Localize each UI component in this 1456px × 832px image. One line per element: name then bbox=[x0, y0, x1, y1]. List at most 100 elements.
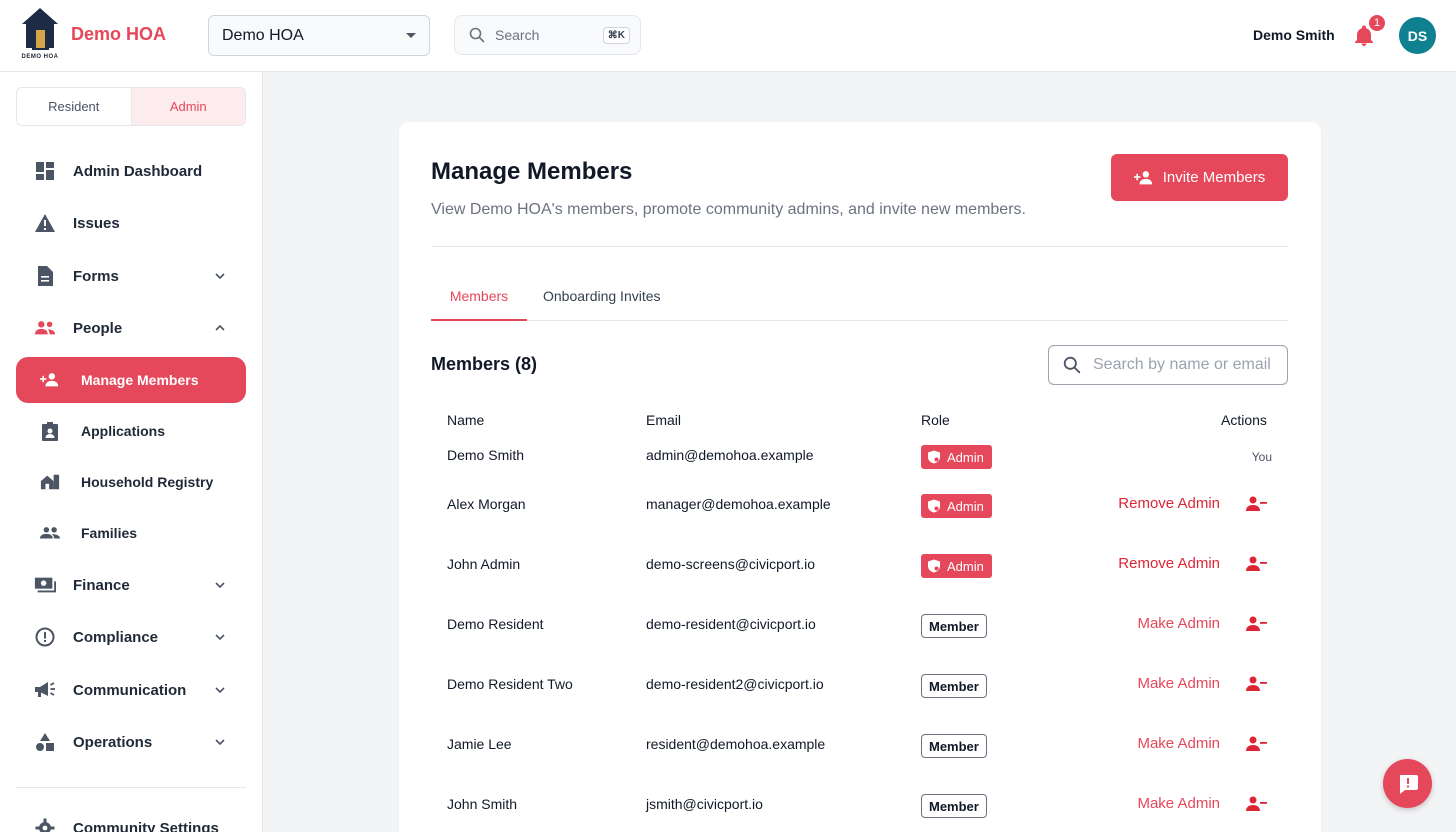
tab-members[interactable]: Members bbox=[431, 282, 527, 321]
search-icon bbox=[1063, 356, 1081, 374]
sidebar-item-finance[interactable]: Finance bbox=[16, 562, 246, 608]
sidebar-item-label: Compliance bbox=[73, 628, 159, 646]
make-admin-button[interactable]: Make Admin bbox=[1137, 735, 1220, 752]
warning-icon bbox=[35, 214, 55, 232]
remove-member-button[interactable] bbox=[1245, 616, 1267, 634]
role-badge-admin: Admin bbox=[921, 445, 992, 469]
table-row: John Smith jsmith@civicport.io Member Ma… bbox=[447, 794, 1272, 818]
money-icon bbox=[34, 577, 56, 593]
community-select[interactable]: Demo HOA bbox=[208, 15, 430, 56]
sidebar-item-people[interactable]: People bbox=[16, 305, 246, 351]
person-add-icon bbox=[40, 373, 59, 387]
sidebar-item-label: People bbox=[73, 319, 123, 337]
member-name: Jamie Lee bbox=[447, 736, 512, 752]
shield-user-icon bbox=[928, 499, 940, 513]
global-search-placeholder: Search bbox=[495, 27, 540, 43]
column-header-actions: Actions bbox=[1221, 412, 1267, 428]
person-remove-icon bbox=[1246, 496, 1267, 511]
make-admin-button[interactable]: Make Admin bbox=[1137, 615, 1220, 632]
sidebar-item-household-registry[interactable]: Household Registry bbox=[16, 459, 246, 505]
remove-member-button[interactable] bbox=[1245, 676, 1267, 694]
invite-members-label: Invite Members bbox=[1162, 169, 1266, 186]
member-name: Demo Resident bbox=[447, 616, 544, 632]
role-label: Admin bbox=[947, 449, 984, 465]
sidebar-item-forms[interactable]: Forms bbox=[16, 253, 246, 299]
sidebar-item-label: Household Registry bbox=[81, 474, 214, 490]
sidebar-item-label: Admin Dashboard bbox=[73, 162, 203, 180]
role-badge-admin: Admin bbox=[921, 554, 992, 578]
make-admin-button[interactable]: Make Admin bbox=[1137, 795, 1220, 812]
member-search-input[interactable] bbox=[1093, 356, 1283, 374]
notification-badge: 1 bbox=[1367, 13, 1387, 33]
user-name[interactable]: Demo Smith bbox=[1253, 27, 1335, 43]
dashboard-icon bbox=[36, 162, 54, 180]
sidebar-item-communication[interactable]: Communication bbox=[16, 667, 246, 713]
sidebar-item-community-settings[interactable]: Community Settings bbox=[16, 805, 246, 832]
sidebar-item-label: Communication bbox=[73, 681, 187, 699]
sidebar-item-label: Community Settings bbox=[73, 819, 219, 832]
manage-members-card: Manage Members View Demo HOA's members, … bbox=[399, 122, 1321, 832]
member-search[interactable] bbox=[1048, 345, 1288, 385]
member-name: Demo Resident Two bbox=[447, 676, 573, 692]
sidebar-item-label: Families bbox=[81, 525, 138, 541]
remove-admin-button[interactable]: Remove Admin bbox=[1118, 495, 1220, 512]
sidebar-item-families[interactable]: Families bbox=[16, 510, 246, 556]
hoa-logo[interactable]: DEMO HOA bbox=[18, 6, 62, 62]
sidebar-item-operations[interactable]: Operations bbox=[16, 719, 246, 765]
house-icon bbox=[40, 474, 60, 490]
member-email: demo-resident2@civicport.io bbox=[646, 676, 824, 692]
member-email: admin@demohoa.example bbox=[646, 447, 814, 463]
mode-resident-button[interactable]: Resident bbox=[17, 88, 131, 125]
role-badge-admin: Admin bbox=[921, 494, 992, 518]
mode-admin-button[interactable]: Admin bbox=[130, 88, 245, 125]
role-badge-member: Member bbox=[921, 674, 987, 698]
remove-member-button[interactable] bbox=[1245, 736, 1267, 754]
tab-onboarding-invites[interactable]: Onboarding Invites bbox=[543, 282, 661, 321]
community-select-value: Demo HOA bbox=[222, 26, 304, 44]
sidebar-item-admin-dashboard[interactable]: Admin Dashboard bbox=[16, 148, 246, 194]
table-row: John Admin demo-screens@civicport.io Adm… bbox=[447, 554, 1272, 578]
chevron-down-icon bbox=[215, 739, 225, 746]
global-search[interactable]: Search ⌘K bbox=[454, 15, 641, 55]
sidebar-item-issues[interactable]: Issues bbox=[16, 200, 246, 246]
sidebar-item-label: Finance bbox=[73, 576, 130, 594]
role-label: Admin bbox=[947, 498, 984, 514]
member-email: demo-screens@civicport.io bbox=[646, 556, 816, 572]
member-tabs: Members Onboarding Invites bbox=[431, 282, 1288, 321]
column-header-name: Name bbox=[447, 412, 485, 428]
shield-user-icon bbox=[928, 450, 940, 464]
house-logo-icon bbox=[22, 8, 58, 50]
sidebar-item-compliance[interactable]: Compliance bbox=[16, 614, 246, 660]
remove-member-button[interactable] bbox=[1245, 556, 1267, 574]
megaphone-icon bbox=[35, 682, 55, 697]
table-row: Alex Morgan manager@demohoa.example Admi… bbox=[447, 494, 1272, 518]
remove-admin-button[interactable]: Remove Admin bbox=[1118, 555, 1220, 572]
person-remove-icon bbox=[1246, 556, 1267, 571]
column-header-email: Email bbox=[646, 412, 682, 428]
invite-members-button[interactable]: Invite Members bbox=[1111, 154, 1288, 201]
member-email: resident@demohoa.example bbox=[646, 736, 826, 752]
make-admin-button[interactable]: Make Admin bbox=[1137, 675, 1220, 692]
remove-member-button[interactable] bbox=[1245, 496, 1267, 514]
search-icon bbox=[469, 27, 485, 43]
chat-alert-icon bbox=[1399, 774, 1418, 794]
header-divider bbox=[431, 246, 1288, 247]
members-count-heading: Members (8) bbox=[431, 354, 538, 374]
user-avatar[interactable]: DS bbox=[1399, 17, 1436, 54]
you-label: You bbox=[1251, 450, 1272, 464]
clipboard-user-icon bbox=[42, 422, 58, 441]
top-bar: DEMO HOA Demo HOA Demo HOA Search ⌘K Dem… bbox=[0, 0, 1456, 72]
role-badge-member: Member bbox=[921, 614, 987, 638]
sidebar-item-applications[interactable]: Applications bbox=[16, 408, 246, 454]
feedback-button[interactable] bbox=[1383, 759, 1432, 808]
sidebar-item-label: Applications bbox=[81, 423, 166, 439]
person-remove-icon bbox=[1246, 796, 1267, 811]
brand-name[interactable]: Demo HOA bbox=[71, 24, 166, 45]
alert-circle-icon bbox=[35, 627, 55, 647]
sidebar-item-manage-members[interactable]: Manage Members bbox=[16, 357, 246, 403]
member-name: Demo Smith bbox=[447, 447, 525, 463]
mode-toggle: Resident Admin bbox=[16, 87, 246, 126]
remove-member-button[interactable] bbox=[1245, 796, 1267, 814]
caret-down-icon bbox=[406, 33, 416, 38]
role-badge-member: Member bbox=[921, 734, 987, 758]
